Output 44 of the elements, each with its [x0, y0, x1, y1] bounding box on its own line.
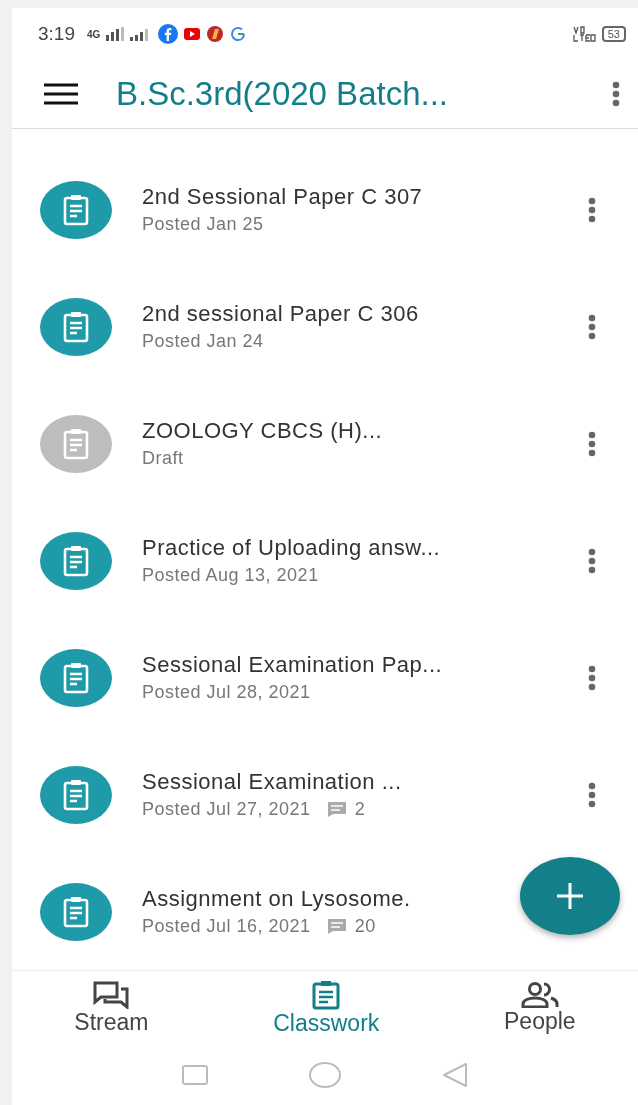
volte-icon [571, 25, 596, 43]
more-options-icon[interactable] [588, 547, 596, 574]
more-options-icon[interactable] [588, 430, 596, 457]
battery-indicator: 53 [601, 26, 626, 42]
comment-icon [326, 801, 347, 818]
assignment-status: Posted Aug 13, 2021 [142, 565, 319, 586]
signal-icon [106, 27, 125, 41]
assignment-status: Posted Jan 25 [142, 214, 264, 235]
more-options-icon[interactable] [588, 313, 596, 340]
status-time: 3:19 [38, 23, 75, 45]
assignment-title[interactable]: Sessional Examination Pap... [142, 652, 443, 678]
assignment-status: Posted Jul 16, 2021 [142, 916, 311, 937]
network-type: 4G [87, 28, 101, 40]
more-options-icon[interactable] [588, 664, 596, 691]
assignment-title[interactable]: Sessional Examination ... [142, 769, 402, 795]
video-play-icon [184, 28, 201, 40]
assignment-title[interactable]: Assignment on Lysosome. [142, 886, 411, 912]
assignment-status: Posted Jan 24 [142, 331, 264, 352]
assignment-status: Draft [142, 448, 184, 469]
nav-tab[interactable]: Stream [74, 980, 149, 1036]
more-options-icon[interactable] [588, 196, 596, 223]
nav-tab[interactable]: Classwork [273, 979, 380, 1037]
more-options-icon[interactable] [588, 781, 596, 808]
app-logo-icon [206, 25, 225, 43]
assignment-title[interactable]: ZOOLOGY CBCS (H)... [142, 418, 383, 444]
comment-icon [326, 918, 347, 935]
assignment-title[interactable]: 2nd Sessional Paper C 307 [142, 184, 423, 210]
people-icon [520, 981, 559, 1008]
comment-count: 20 [354, 916, 376, 937]
letter-g-icon [230, 26, 247, 42]
chat-bubbles-icon [93, 980, 130, 1009]
clipboard-icon [311, 979, 342, 1010]
assignment-title[interactable]: Practice of Uploading answ... [142, 535, 441, 561]
comment-count: 2 [354, 799, 366, 820]
plus-icon [555, 881, 585, 911]
menu-icon[interactable] [44, 83, 78, 105]
add-button[interactable] [520, 857, 620, 935]
facebook-icon [158, 24, 179, 44]
assignment-title[interactable]: 2nd sessional Paper C 306 [142, 301, 419, 327]
nav-tab[interactable]: People [504, 981, 576, 1035]
class-title: B.Sc.3rd(2020 Batch... [116, 75, 449, 113]
assignment-status: Posted Jul 28, 2021 [142, 682, 311, 703]
assignment-status: Posted Jul 27, 2021 [142, 799, 311, 820]
more-options-icon[interactable] [612, 81, 620, 107]
